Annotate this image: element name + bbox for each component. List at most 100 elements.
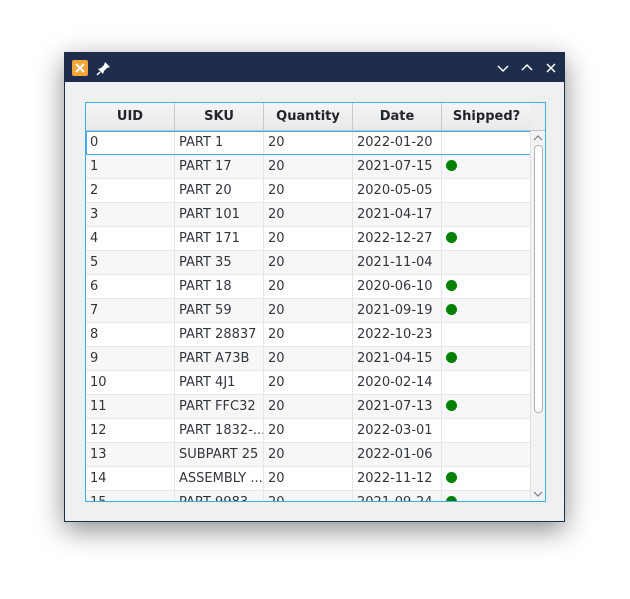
cell-uid[interactable]: 1 bbox=[86, 155, 175, 178]
cell-sku[interactable]: PART A73B bbox=[175, 347, 264, 370]
table-row[interactable]: 5 PART 35 20 2021-11-04 bbox=[86, 251, 531, 275]
cell-shipped[interactable] bbox=[442, 419, 531, 442]
cell-quantity[interactable]: 20 bbox=[264, 395, 353, 418]
cell-sku[interactable]: PART FFC32 bbox=[175, 395, 264, 418]
cell-date[interactable]: 2020-05-05 bbox=[353, 179, 442, 202]
table-row[interactable]: 12 PART 1832-... 20 2022-03-01 bbox=[86, 419, 531, 443]
cell-date[interactable]: 2021-04-15 bbox=[353, 347, 442, 370]
cell-sku[interactable]: PART 1 bbox=[175, 131, 264, 154]
cell-date[interactable]: 2022-01-20 bbox=[353, 131, 442, 154]
cell-shipped[interactable] bbox=[442, 275, 531, 298]
cell-shipped[interactable] bbox=[442, 203, 531, 226]
cell-quantity[interactable]: 20 bbox=[264, 467, 353, 490]
table-row[interactable]: 11 PART FFC32 20 2021-07-13 bbox=[86, 395, 531, 419]
cell-quantity[interactable]: 20 bbox=[264, 227, 353, 250]
cell-sku[interactable]: PART 59 bbox=[175, 299, 264, 322]
scrollbar-thumb[interactable] bbox=[534, 145, 543, 413]
cell-shipped[interactable] bbox=[442, 251, 531, 274]
table-row[interactable]: 4 PART 171 20 2022-12-27 bbox=[86, 227, 531, 251]
title-bar[interactable] bbox=[65, 53, 564, 82]
cell-sku[interactable]: PART 171 bbox=[175, 227, 264, 250]
table-row[interactable]: 0 PART 1 20 2022-01-20 bbox=[86, 131, 531, 155]
cell-quantity[interactable]: 20 bbox=[264, 299, 353, 322]
cell-shipped[interactable] bbox=[442, 227, 531, 250]
cell-quantity[interactable]: 20 bbox=[264, 419, 353, 442]
cell-sku[interactable]: PART 1832-... bbox=[175, 419, 264, 442]
cell-uid[interactable]: 13 bbox=[86, 443, 175, 466]
cell-quantity[interactable]: 20 bbox=[264, 443, 353, 466]
cell-uid[interactable]: 15 bbox=[86, 491, 175, 501]
column-header-sku[interactable]: SKU bbox=[175, 103, 264, 130]
cell-shipped[interactable] bbox=[442, 155, 531, 178]
pin-icon[interactable] bbox=[95, 59, 113, 77]
cell-uid[interactable]: 7 bbox=[86, 299, 175, 322]
cell-date[interactable]: 2020-06-10 bbox=[353, 275, 442, 298]
table-row[interactable]: 13 SUBPART 25 20 2022-01-06 bbox=[86, 443, 531, 467]
cell-sku[interactable]: PART 35 bbox=[175, 251, 264, 274]
cell-date[interactable]: 2022-01-06 bbox=[353, 443, 442, 466]
cell-shipped[interactable] bbox=[442, 323, 531, 346]
cell-date[interactable]: 2021-11-04 bbox=[353, 251, 442, 274]
vertical-scrollbar[interactable] bbox=[530, 131, 545, 501]
cell-quantity[interactable]: 20 bbox=[264, 323, 353, 346]
cell-sku[interactable]: ASSEMBLY ... bbox=[175, 467, 264, 490]
cell-shipped[interactable] bbox=[442, 491, 531, 501]
table-row[interactable]: 1 PART 17 20 2021-07-15 bbox=[86, 155, 531, 179]
table-row[interactable]: 3 PART 101 20 2021-04-17 bbox=[86, 203, 531, 227]
table-row[interactable]: 15PART 9983202021-09-24 bbox=[86, 491, 531, 501]
cell-shipped[interactable] bbox=[442, 443, 531, 466]
cell-quantity[interactable]: 20 bbox=[264, 251, 353, 274]
scroll-down-icon[interactable] bbox=[533, 489, 543, 499]
cell-date[interactable]: 2021-09-19 bbox=[353, 299, 442, 322]
table-row[interactable]: 2 PART 20 20 2020-05-05 bbox=[86, 179, 531, 203]
cell-sku[interactable]: SUBPART 25 bbox=[175, 443, 264, 466]
cell-sku[interactable]: PART 28837 bbox=[175, 323, 264, 346]
cell-quantity[interactable]: 20 bbox=[264, 347, 353, 370]
cell-quantity[interactable]: 20 bbox=[264, 491, 353, 501]
table-row[interactable]: 14 ASSEMBLY ... 20 2022-11-12 bbox=[86, 467, 531, 491]
cell-date[interactable]: 2022-10-23 bbox=[353, 323, 442, 346]
cell-date[interactable]: 2022-03-01 bbox=[353, 419, 442, 442]
cell-shipped[interactable] bbox=[442, 371, 531, 394]
table-row[interactable]: 10 PART 4J1 20 2020-02-14 bbox=[86, 371, 531, 395]
cell-sku[interactable]: PART 17 bbox=[175, 155, 264, 178]
cell-date[interactable]: 2021-07-15 bbox=[353, 155, 442, 178]
cell-quantity[interactable]: 20 bbox=[264, 203, 353, 226]
cell-sku[interactable]: PART 4J1 bbox=[175, 371, 264, 394]
cell-quantity[interactable]: 20 bbox=[264, 155, 353, 178]
close-icon[interactable] bbox=[542, 59, 560, 77]
cell-uid[interactable]: 9 bbox=[86, 347, 175, 370]
cell-uid[interactable]: 6 bbox=[86, 275, 175, 298]
close-app-icon[interactable] bbox=[71, 59, 89, 77]
cell-uid[interactable]: 5 bbox=[86, 251, 175, 274]
cell-sku[interactable]: PART 18 bbox=[175, 275, 264, 298]
scroll-up-icon[interactable] bbox=[533, 133, 543, 143]
cell-shipped[interactable] bbox=[442, 131, 531, 154]
cell-uid[interactable]: 8 bbox=[86, 323, 175, 346]
cell-shipped[interactable] bbox=[442, 347, 531, 370]
cell-uid[interactable]: 3 bbox=[86, 203, 175, 226]
table-row[interactable]: 7 PART 59 20 2021-09-19 bbox=[86, 299, 531, 323]
cell-quantity[interactable]: 20 bbox=[264, 275, 353, 298]
cell-uid[interactable]: 14 bbox=[86, 467, 175, 490]
column-header-uid[interactable]: UID bbox=[86, 103, 175, 130]
cell-uid[interactable]: 0 bbox=[86, 131, 175, 154]
cell-uid[interactable]: 10 bbox=[86, 371, 175, 394]
table-row[interactable]: 8 PART 28837 20 2022-10-23 bbox=[86, 323, 531, 347]
cell-sku[interactable]: PART 9983 bbox=[175, 491, 264, 501]
table-row[interactable]: 6 PART 18 20 2020-06-10 bbox=[86, 275, 531, 299]
column-header-quantity[interactable]: Quantity bbox=[264, 103, 353, 130]
cell-date[interactable]: 2022-12-27 bbox=[353, 227, 442, 250]
cell-date[interactable]: 2020-02-14 bbox=[353, 371, 442, 394]
cell-shipped[interactable] bbox=[442, 299, 531, 322]
cell-shipped[interactable] bbox=[442, 467, 531, 490]
cell-shipped[interactable] bbox=[442, 395, 531, 418]
cell-date[interactable]: 2022-11-12 bbox=[353, 467, 442, 490]
cell-sku[interactable]: PART 20 bbox=[175, 179, 264, 202]
column-header-shipped[interactable]: Shipped? bbox=[442, 103, 531, 130]
cell-quantity[interactable]: 20 bbox=[264, 179, 353, 202]
cell-date[interactable]: 2021-04-17 bbox=[353, 203, 442, 226]
cell-shipped[interactable] bbox=[442, 179, 531, 202]
cell-uid[interactable]: 11 bbox=[86, 395, 175, 418]
column-header-date[interactable]: Date bbox=[353, 103, 442, 130]
